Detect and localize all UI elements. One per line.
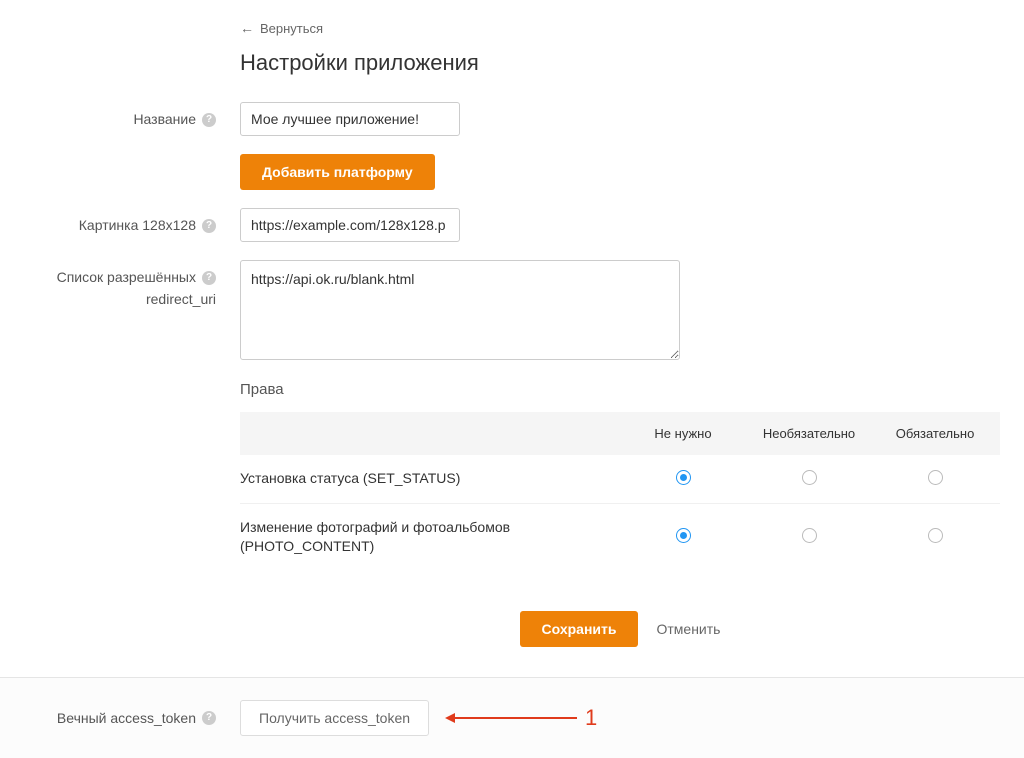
perm-col-header: Обязательно — [872, 426, 998, 441]
permission-name: Установка статуса (SET_STATUS) — [240, 469, 620, 489]
field-label-redirect: Список разрешённых ? redirect_uri — [0, 260, 228, 309]
permission-radio[interactable] — [928, 470, 943, 485]
permission-radio[interactable] — [676, 528, 691, 543]
redirect-uri-textarea[interactable]: https://api.ok.ru/blank.html — [240, 260, 680, 360]
help-icon[interactable]: ? — [202, 711, 216, 725]
save-button[interactable]: Сохранить — [520, 611, 639, 647]
permission-row: Установка статуса (SET_STATUS) — [240, 455, 1000, 504]
back-link-label: Вернуться — [260, 21, 323, 36]
permission-radio[interactable] — [676, 470, 691, 485]
permission-radio[interactable] — [802, 528, 817, 543]
permissions-header-row: Не нужно Необязательно Обязательно — [240, 412, 1000, 455]
footer-label: Вечный access_token ? — [0, 710, 228, 726]
name-input[interactable] — [240, 102, 460, 136]
help-icon[interactable]: ? — [202, 219, 216, 233]
footer-section: Вечный access_token ? Получить access_to… — [0, 677, 1024, 758]
perm-col-header: Не нужно — [620, 426, 746, 441]
permission-row: Изменение фотографий и фотоальбомов (PHO… — [240, 504, 1000, 571]
arrow-icon — [447, 717, 577, 719]
perm-col-header: Необязательно — [746, 426, 872, 441]
back-link[interactable]: ← Вернуться — [240, 20, 323, 36]
permissions-section-title: Права — [240, 381, 1024, 398]
get-access-token-button[interactable]: Получить access_token — [240, 700, 429, 736]
permission-radio[interactable] — [928, 528, 943, 543]
help-icon[interactable]: ? — [202, 113, 216, 127]
permission-name: Изменение фотографий и фотоальбомов (PHO… — [240, 518, 620, 557]
page-title: Настройки приложения — [240, 50, 1024, 76]
permission-radio[interactable] — [802, 470, 817, 485]
add-platform-button[interactable]: Добавить платформу — [240, 154, 435, 190]
field-label-name: Название ? — [0, 102, 228, 130]
image-url-input[interactable] — [240, 208, 460, 242]
cancel-link[interactable]: Отменить — [656, 621, 720, 637]
annotation-arrow: 1 — [447, 705, 597, 731]
arrow-left-icon: ← — [240, 20, 254, 36]
field-label-image: Картинка 128x128 ? — [0, 208, 228, 236]
help-icon[interactable]: ? — [202, 271, 216, 285]
permissions-table: Не нужно Необязательно Обязательно Устан… — [240, 412, 1000, 571]
annotation-number: 1 — [585, 705, 597, 731]
